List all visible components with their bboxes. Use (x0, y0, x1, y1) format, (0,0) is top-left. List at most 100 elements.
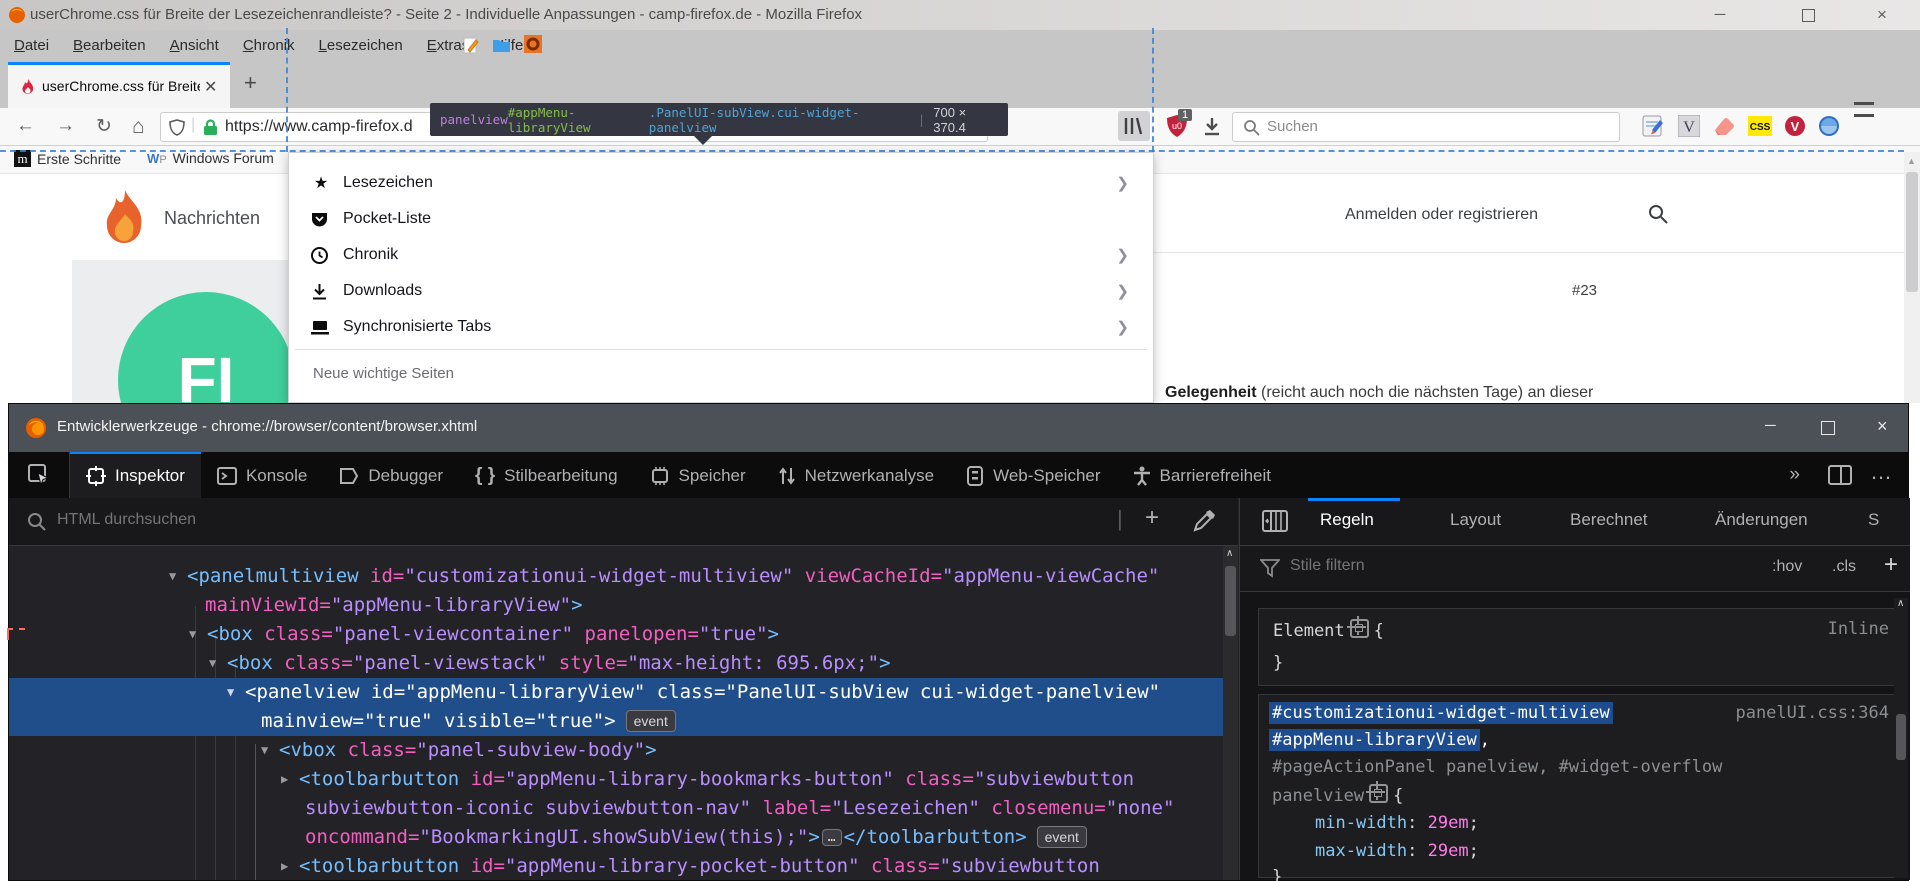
collapsed-content-icon[interactable]: … (822, 829, 842, 846)
site-logo-flame-icon[interactable] (100, 188, 150, 246)
panel-item-pocket-liste[interactable]: Pocket-Liste (289, 201, 1153, 237)
rule-element-line[interactable]: Element{ (1273, 619, 1384, 641)
class-toggle-button[interactable]: .cls (1832, 558, 1856, 576)
bookmark-item[interactable]: mErste Schritte (14, 150, 121, 167)
minimize-button[interactable]: ─ (1700, 4, 1740, 26)
markup-scroll-up-icon[interactable]: ∧ (1226, 548, 1233, 559)
expander-open-icon[interactable]: ▼ (209, 649, 216, 678)
page-scrollbar-thumb[interactable] (1906, 172, 1918, 292)
sidebar-tab-regeln[interactable]: Regeln (1320, 510, 1374, 530)
ext-css-icon[interactable]: CSS (1748, 116, 1772, 136)
selector-highlighted-2[interactable]: #appMenu-libraryView, (1269, 730, 1490, 750)
expander-open-icon[interactable]: ▼ (189, 620, 196, 649)
menu-bearbeiten[interactable]: Bearbeiten (73, 37, 146, 54)
folder-icon[interactable] (492, 37, 511, 53)
close-button[interactable]: × (1862, 4, 1902, 26)
expander-open-icon[interactable]: ▼ (261, 736, 268, 765)
back-icon[interactable]: ← (16, 115, 35, 137)
note-pencil-icon[interactable] (462, 36, 480, 55)
expander-open-icon[interactable]: ▼ (169, 562, 176, 591)
selector-dim-1[interactable]: #pageActionPanel panelview, #widget-over… (1272, 757, 1722, 777)
add-node-button[interactable]: + (1145, 504, 1159, 532)
panel-item-chronik[interactable]: Chronik❯ (289, 237, 1153, 273)
eyedropper-icon[interactable] (1191, 508, 1217, 534)
declaration-max-width[interactable]: max-width: 29em; (1315, 841, 1479, 861)
expander-closed-icon[interactable]: ▶ (281, 852, 288, 880)
panel-item-downloads[interactable]: Downloads❯ (289, 273, 1153, 309)
markup-line[interactable]: ▼<box class="panel-viewcontainer" panelo… (9, 620, 1223, 649)
rule-source-link[interactable]: panelUI.css:364 (1735, 703, 1889, 723)
devtools-tab-web-speicher[interactable]: Web-Speicher (950, 452, 1116, 498)
devtools-tab-konsole[interactable]: Konsole (201, 452, 323, 498)
lock-icon[interactable] (203, 119, 218, 136)
rules-scrollbar-thumb[interactable] (1896, 714, 1906, 760)
menu-datei[interactable]: Datei (14, 37, 49, 54)
sidebar-tab-s[interactable]: S (1868, 510, 1879, 530)
pseudo-class-button[interactable]: :hov (1772, 558, 1802, 576)
menu-ansicht[interactable]: Ansicht (170, 37, 219, 54)
add-rule-button[interactable]: + (1884, 551, 1898, 579)
selector-highlighted-1[interactable]: #customizationui-widget-multiview (1269, 703, 1613, 723)
page-search-icon[interactable] (1648, 204, 1668, 224)
event-badge[interactable]: event (1037, 826, 1087, 848)
markup-line[interactable]: mainViewId="appMenu-libraryView"> (9, 591, 1223, 620)
bookmark-item[interactable]: WPWindows Forum (147, 150, 274, 166)
panel-item-synchronisierte-tabs[interactable]: Synchronisierte Tabs❯ (289, 309, 1153, 345)
devtools-restore-button[interactable] (1821, 421, 1835, 435)
devtools-tab-debugger[interactable]: Debugger (323, 452, 459, 498)
devtools-tab-barrierefreiheit[interactable]: Barrierefreiheit (1117, 452, 1288, 498)
meatball-menu-icon[interactable]: … (1866, 452, 1908, 498)
sidebar-tab-berechnet[interactable]: Berechnet (1570, 510, 1648, 530)
devtools-tab-speicher[interactable]: Speicher (634, 452, 762, 498)
markup-line[interactable]: ▶<toolbarbutton id="appMenu-library-pock… (9, 852, 1223, 880)
ext-eraser-icon[interactable] (1712, 116, 1736, 136)
home-icon[interactable]: ⌂ (132, 115, 145, 139)
ublock-icon[interactable]: u0 1 (1166, 114, 1188, 138)
ext-video-icon[interactable]: V (1784, 115, 1806, 137)
markup-line[interactable]: subviewbutton-iconic subviewbutton-nav" … (9, 794, 1223, 823)
menu-lesezeichen[interactable]: Lesezeichen (319, 37, 403, 54)
restore-button[interactable] (1788, 4, 1828, 26)
library-button-pressed[interactable] (1118, 111, 1150, 141)
ext-translate-icon[interactable] (1818, 115, 1840, 137)
style-filter-input[interactable]: Stile filtern (1290, 557, 1365, 575)
markup-line[interactable]: ▼<panelmultiview id="customizationui-wid… (9, 562, 1223, 591)
markup-line[interactable]: ▼<box class="panel-viewstack" style="max… (9, 649, 1223, 678)
devtools-tab-stilbearbeitung[interactable]: { }Stilbearbeitung (459, 452, 634, 498)
declaration-min-width[interactable]: min-width: 29em; (1315, 813, 1479, 833)
expander-open-icon[interactable]: ▼ (227, 678, 234, 707)
markup-line[interactable]: ▶<toolbarbutton id="appMenu-library-book… (9, 765, 1223, 794)
expander-closed-icon[interactable]: ▶ (281, 765, 288, 794)
scroll-up-icon[interactable]: ▲ (1907, 156, 1916, 166)
sidebar-collapse-icon[interactable] (1262, 510, 1288, 532)
search-bar[interactable]: Suchen (1232, 112, 1620, 142)
panel-item-lesezeichen[interactable]: ★Lesezeichen❯ (289, 165, 1153, 201)
reload-icon[interactable]: ↻ (96, 115, 112, 138)
forward-icon[interactable]: → (56, 115, 75, 137)
tab-overflow-chevron-icon[interactable]: » (1775, 452, 1814, 498)
sidebar-tab-layout[interactable]: Layout (1450, 510, 1501, 530)
rules-scroll-up-icon[interactable]: ∧ (1897, 598, 1904, 609)
devtools-close-button[interactable]: × (1877, 416, 1888, 437)
devtools-minimize-button[interactable]: ─ (1765, 417, 1776, 434)
post-number[interactable]: #23 (1572, 282, 1597, 299)
markup-line-selected[interactable]: mainview="true" visible="true">event (9, 707, 1223, 736)
downloads-icon[interactable] (1202, 116, 1222, 136)
devtools-tab-inspektor[interactable]: Inspektor (70, 452, 201, 498)
markup-line-selected[interactable]: ▼<panelview id="appMenu-libraryView" cla… (9, 678, 1223, 707)
site-brand[interactable]: Nachrichten (164, 208, 260, 229)
event-badge[interactable]: event (626, 710, 676, 732)
sidebar-tab-änderungen[interactable]: Änderungen (1715, 510, 1808, 530)
tab-close-icon[interactable]: ✕ (204, 77, 217, 97)
selector-dim-2-line[interactable]: panelview{ (1272, 784, 1403, 806)
highlight-selector-icon[interactable] (1350, 619, 1369, 638)
ext-v-icon[interactable]: V (1678, 115, 1700, 137)
highlight-rule-icon[interactable] (1369, 784, 1388, 803)
html-search-input[interactable]: HTML durchsuchen (57, 511, 196, 529)
split-console-icon[interactable] (1814, 452, 1866, 498)
ext-notes-icon[interactable] (1642, 114, 1664, 138)
url-text[interactable]: https://www.camp-firefox.d (225, 118, 413, 136)
tracking-shield-icon[interactable] (169, 119, 185, 136)
addon-orange-icon[interactable] (524, 35, 542, 53)
markup-scrollbar-thumb[interactable] (1225, 566, 1236, 636)
